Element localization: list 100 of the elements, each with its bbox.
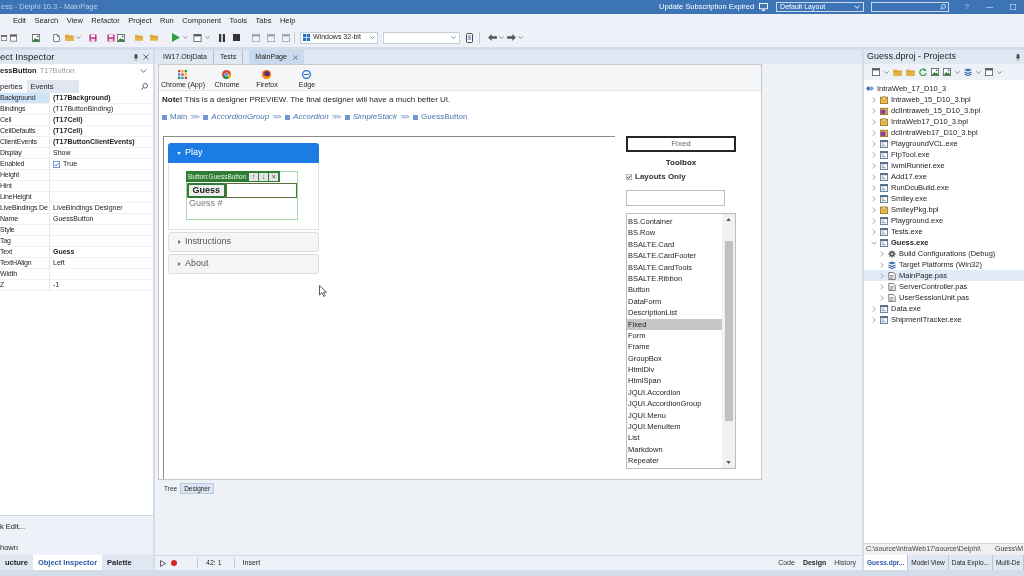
accordion-header[interactable]: Instructions — [168, 232, 319, 252]
application-icon — [880, 227, 888, 236]
application-icon — [880, 161, 888, 170]
application-icon — [880, 194, 888, 203]
window-icon[interactable] — [193, 33, 202, 42]
minimize-icon[interactable] — [986, 6, 993, 8]
caret-icon[interactable] — [76, 36, 81, 39]
image-icon[interactable] — [32, 33, 40, 42]
search-field[interactable] — [871, 2, 950, 12]
browser-icon — [178, 70, 188, 79]
checkbox-label: Layouts Only — [635, 171, 686, 183]
caret-icon[interactable] — [518, 36, 523, 39]
caret-icon[interactable] — [884, 70, 889, 74]
breadcrumb-link[interactable]: Main — [170, 112, 188, 122]
caret-icon — [370, 36, 375, 39]
windows-logo-icon — [303, 34, 310, 41]
save-icon[interactable] — [107, 33, 115, 42]
run-icon[interactable] — [172, 33, 180, 42]
panel-title: Guess.dproj - Projects — [867, 50, 958, 64]
checkbox[interactable] — [53, 160, 60, 168]
caret-icon[interactable] — [205, 36, 210, 39]
device-icon[interactable] — [466, 32, 473, 43]
back-arrow-icon[interactable] — [488, 34, 497, 41]
monitor-icon[interactable] — [759, 3, 769, 11]
caret-icon[interactable] — [183, 36, 188, 39]
folder-icon[interactable] — [906, 68, 915, 76]
folder-icon[interactable] — [893, 68, 902, 76]
field-label: Guess # — [188, 198, 224, 209]
component-icon — [413, 114, 419, 120]
caret-icon[interactable] — [976, 70, 981, 74]
pin-icon[interactable] — [1016, 53, 1020, 61]
search-icon — [940, 4, 947, 10]
window-icon[interactable] — [1, 33, 7, 42]
mouse-pointer-icon — [319, 285, 327, 297]
save-icon[interactable] — [89, 33, 97, 42]
unit-file-icon — [888, 293, 896, 302]
window-icon[interactable] — [10, 33, 17, 42]
new-file-icon[interactable] — [53, 33, 60, 42]
scroll-thumb[interactable] — [724, 241, 733, 421]
toolbox-title: Toolbox — [664, 158, 698, 168]
breadcrumb-link[interactable]: SimpleStack — [352, 112, 398, 122]
scroll-up-icon[interactable] — [726, 218, 731, 221]
pin-icon[interactable] — [134, 53, 138, 61]
breadcrumb-link[interactable]: GuessButton — [421, 112, 468, 122]
application-icon — [880, 183, 888, 192]
design-package-icon — [880, 106, 888, 115]
application-icon — [880, 238, 888, 247]
caret-icon — [854, 5, 861, 9]
dropdown[interactable] — [383, 31, 460, 44]
play-icon[interactable] — [160, 559, 166, 567]
search-field[interactable] — [626, 190, 725, 206]
unit-file-icon — [888, 282, 896, 291]
maximize-icon[interactable] — [1010, 4, 1016, 10]
forward-arrow-icon[interactable] — [507, 34, 516, 41]
browser-icon — [222, 70, 232, 79]
accordion-header[interactable]: Play — [168, 143, 319, 163]
gear-icon — [888, 249, 896, 258]
breadcrumb-link[interactable]: AccordionGroup — [211, 112, 270, 122]
input-field[interactable] — [225, 183, 297, 198]
image-icon[interactable] — [117, 33, 125, 42]
scroll-down-icon[interactable] — [726, 461, 731, 464]
layers-icon[interactable] — [964, 68, 972, 76]
window-icon[interactable] — [985, 68, 993, 76]
breadcrumb-link[interactable]: Accordion — [293, 112, 329, 122]
pause-icon[interactable] — [219, 33, 225, 42]
caret-icon — [177, 151, 181, 155]
folder-icon[interactable] — [150, 34, 158, 41]
component-icon — [285, 114, 291, 120]
caret-icon — [140, 69, 147, 73]
application-icon — [880, 216, 888, 225]
unit-file-icon — [888, 271, 896, 280]
refresh-icon[interactable] — [919, 68, 927, 76]
record-icon[interactable] — [171, 560, 177, 566]
browser-icon — [262, 70, 272, 79]
image-icon[interactable] — [943, 68, 951, 76]
folder-icon[interactable] — [65, 34, 74, 41]
component-icon — [344, 114, 350, 120]
window-icon[interactable] — [872, 68, 880, 76]
package-icon — [880, 117, 888, 126]
caret-icon[interactable] — [997, 70, 1002, 74]
note-text: Note! This is a designer PREVIEW. The final designer will have a much better UI. — [161, 95, 452, 105]
package-icon — [880, 95, 888, 104]
accordion-header[interactable]: About — [168, 254, 319, 274]
search-icon[interactable] — [141, 83, 148, 90]
guess-button[interactable]: Guess — [187, 183, 226, 198]
caret-icon — [178, 262, 181, 266]
image-icon[interactable] — [931, 68, 939, 76]
design-package-icon — [880, 128, 888, 137]
application-icon — [880, 172, 888, 181]
panel-title: ect Inspector — [0, 49, 56, 64]
close-icon[interactable] — [143, 54, 149, 60]
project-group-icon — [866, 85, 874, 92]
caret-icon[interactable] — [499, 36, 504, 39]
caret-icon[interactable] — [955, 70, 960, 74]
application-icon — [880, 139, 888, 148]
component-name-box: Fixed — [626, 136, 736, 152]
close-icon[interactable] — [292, 54, 298, 60]
folder-icon[interactable] — [135, 34, 143, 41]
caret-icon — [451, 36, 456, 39]
checkbox[interactable] — [626, 174, 632, 180]
